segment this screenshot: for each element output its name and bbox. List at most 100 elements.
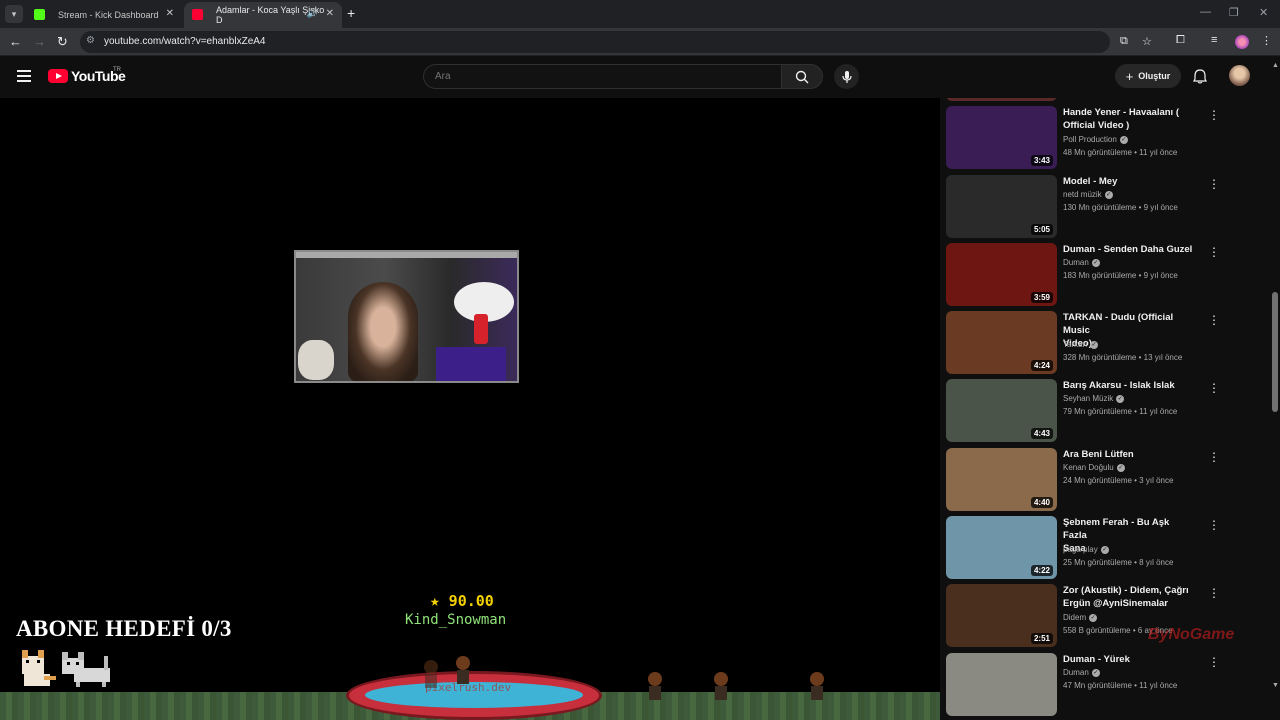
video-duration: 3:43 <box>1030 155 1053 166</box>
kick-favicon <box>34 9 45 20</box>
video-thumbnail[interactable] <box>946 653 1057 716</box>
video-title-line: TARKAN - Dudu (Official Music <box>1063 312 1174 336</box>
recommendation-item[interactable]: 4:22 Şebnem Ferah - Bu Aşk Fazla Sana paga … <box>946 516 1264 580</box>
video-meta: 183 Mn görüntüleme • 9 yıl önce <box>1063 271 1178 280</box>
country-code: TR <box>113 67 121 73</box>
tab-title: Stream - Kick Dashboard <box>58 10 159 20</box>
video-thumbnail[interactable]: 3:59 <box>946 243 1057 306</box>
video-thumbnail[interactable]: 4:43 <box>946 379 1057 442</box>
close-tab-icon[interactable]: ✕ <box>166 8 174 19</box>
audio-playing-icon[interactable]: 🔊 <box>307 8 318 19</box>
more-actions-icon[interactable]: ⋮ <box>1208 108 1220 122</box>
scrollbar-thumb[interactable] <box>1272 292 1278 412</box>
channel-name[interactable]: Tarkan ✓ <box>1063 340 1099 349</box>
video-title[interactable]: Duman - Senden Daha Guzel <box>1063 243 1193 256</box>
create-button[interactable]: + Oluştur <box>1115 64 1181 88</box>
channel-label: netd müzik <box>1063 190 1102 199</box>
verified-check-icon: ✓ <box>1116 394 1125 403</box>
verified-check-icon: ✓ <box>1091 668 1100 677</box>
more-actions-icon[interactable]: ⋮ <box>1208 586 1220 600</box>
guide-menu-icon[interactable] <box>17 70 31 82</box>
video-title-line: Ara Beni Lütfen <box>1063 449 1134 460</box>
more-actions-icon[interactable]: ⋮ <box>1208 177 1220 191</box>
voice-search-button[interactable] <box>834 64 859 89</box>
video-title-line: Şebnem Ferah - Bu Aşk Fazla <box>1063 517 1170 541</box>
account-avatar[interactable] <box>1229 65 1250 86</box>
scroll-up-arrow-icon[interactable]: ▲ <box>1272 62 1279 69</box>
video-meta: 25 Mn görüntüleme • 8 yıl önce <box>1063 558 1174 567</box>
video-thumbnail[interactable]: 4:24 <box>946 311 1057 374</box>
scroll-down-arrow-icon[interactable]: ▼ <box>1272 682 1279 689</box>
video-title[interactable]: Hande Yener - Havaalanı (Official Video … <box>1063 106 1193 132</box>
new-tab-button[interactable]: + <box>347 5 355 21</box>
more-actions-icon[interactable]: ⋮ <box>1208 245 1220 259</box>
recommendation-item[interactable]: 4:43 Barış Akarsu - Islak Islak Seyhan Müz… <box>946 379 1264 443</box>
channel-name[interactable]: Duman ✓ <box>1063 258 1100 267</box>
video-thumbnail[interactable]: 4:40 <box>946 448 1057 511</box>
plus-icon: + <box>1125 68 1134 84</box>
verified-check-icon: ✓ <box>1091 258 1100 267</box>
browser-menu-icon[interactable]: ⋮ <box>1261 34 1272 47</box>
channel-name[interactable]: Duman ✓ <box>1063 668 1100 677</box>
channel-label: Didem <box>1063 613 1087 622</box>
reading-list-icon[interactable]: ≡ <box>1211 34 1217 46</box>
recommendation-item[interactable]: 3:59 Duman - Senden Daha Guzel Duman ✓ 183 M… <box>946 243 1264 307</box>
video-title[interactable]: Zor (Akustik) - Didem, Çağrı Ergün @AyniS… <box>1063 584 1193 610</box>
close-tab-icon[interactable]: ✕ <box>326 8 334 19</box>
more-actions-icon[interactable]: ⋮ <box>1208 450 1220 464</box>
video-title[interactable]: Barış Akarsu - Islak Islak <box>1063 379 1193 392</box>
video-meta: 79 Mn görüntüleme • 11 yıl önce <box>1063 407 1178 416</box>
channel-name[interactable]: Seyhan Müzik ✓ <box>1063 394 1125 403</box>
video-thumbnail[interactable]: 2:51 <box>946 584 1057 647</box>
video-thumbnail[interactable]: 4:22 <box>946 516 1057 579</box>
recommendation-item[interactable]: 4:40 Ara Beni Lütfen Kenan Doğulu ✓ 24 Mn gö… <box>946 448 1264 512</box>
more-actions-icon[interactable]: ⋮ <box>1208 518 1220 532</box>
channel-name[interactable]: netd müzik ✓ <box>1063 190 1113 199</box>
search-button[interactable] <box>781 64 823 89</box>
browser-tab-kick[interactable]: Stream - Kick Dashboard ✕ <box>26 2 182 28</box>
video-title[interactable]: Ara Beni Lütfen <box>1063 448 1193 461</box>
restore-icon[interactable]: ❐ <box>1229 6 1239 19</box>
channel-name[interactable]: Poll Production ✓ <box>1063 135 1128 144</box>
extensions-icon[interactable]: ⧠ <box>1176 34 1185 47</box>
pool-graphic: pixelrush.dev <box>346 671 602 720</box>
channel-name[interactable]: paga play ✓ <box>1063 545 1109 554</box>
video-player[interactable]: ABONE HEDEFİ 0/3 ★ 90.00 Kind_Snowman pi… <box>0 98 940 720</box>
reload-button[interactable]: ↻ <box>57 34 68 50</box>
recommendation-item[interactable]: 5:05 Model - Mey netd müzik ✓ 130 Mn görüntü… <box>946 175 1264 239</box>
back-button[interactable]: ← <box>9 34 22 49</box>
site-info-icon[interactable]: ⚙ <box>86 35 95 46</box>
minimize-icon[interactable]: — <box>1200 6 1211 18</box>
search-box[interactable] <box>423 64 781 89</box>
character-sprite <box>644 672 666 702</box>
pixel-cat-orange-icon <box>22 650 56 686</box>
close-window-icon[interactable]: ✕ <box>1259 6 1268 19</box>
recommendation-item[interactable]: 3:43 Hande Yener - Havaalanı (Official Vi… <box>946 106 1264 170</box>
video-thumbnail[interactable]: 3:43 <box>946 106 1057 169</box>
video-title[interactable]: Duman - Yürek <box>1063 653 1193 666</box>
video-thumbnail[interactable]: 5:05 <box>946 175 1057 238</box>
browser-profile-avatar[interactable] <box>1235 35 1249 49</box>
more-actions-icon[interactable]: ⋮ <box>1208 655 1220 669</box>
recommendation-item[interactable]: 4:24 TARKAN - Dudu (Official Music Video) T… <box>946 311 1264 375</box>
more-actions-icon[interactable]: ⋮ <box>1208 381 1220 395</box>
bookmark-star-icon[interactable]: ☆ <box>1142 35 1152 48</box>
browser-tab-youtube[interactable]: Adamlar - Koca Yaşlı Şişko D 🔊 ✕ <box>184 2 342 28</box>
tab-search-button[interactable]: ▾ <box>5 5 23 23</box>
webcam-overlay <box>294 250 519 383</box>
address-bar[interactable]: ⚙ youtube.com/watch?v=ehanblxZeA4 ⧉ ☆ <box>80 31 1152 53</box>
video-duration: 4:43 <box>1030 428 1053 439</box>
notifications-bell-icon[interactable] <box>1193 69 1207 84</box>
video-title[interactable]: Model - Mey <box>1063 175 1193 188</box>
search-input[interactable] <box>435 71 755 82</box>
install-app-icon[interactable]: ⧉ <box>1120 35 1128 48</box>
forward-button[interactable]: → <box>33 34 46 49</box>
channel-name[interactable]: Didem ✓ <box>1063 613 1098 622</box>
recommendation-item[interactable]: Duman - Yürek Duman ✓ 47 Mn görüntüleme • 1… <box>946 653 1264 717</box>
video-duration: 4:22 <box>1030 565 1053 576</box>
more-actions-icon[interactable]: ⋮ <box>1208 313 1220 327</box>
previous-thumbnail-edge <box>946 98 1057 101</box>
channel-name[interactable]: Kenan Doğulu ✓ <box>1063 463 1125 472</box>
video-title-line: Duman - Senden Daha Guzel <box>1063 244 1193 255</box>
verified-check-icon: ✓ <box>1104 190 1113 199</box>
